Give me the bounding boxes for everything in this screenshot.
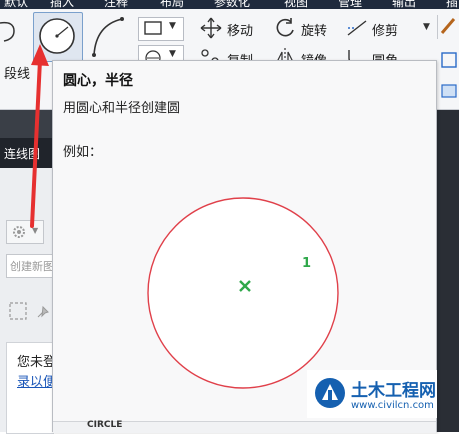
move-icon[interactable] bbox=[200, 17, 222, 39]
point-1-label: 1 bbox=[302, 256, 311, 271]
watermark-logo-icon bbox=[315, 378, 345, 408]
menu-item-more[interactable]: 插 bbox=[446, 0, 458, 9]
create-new-label: 创建新图 bbox=[10, 260, 54, 273]
menu-item-manage[interactable]: 管理 bbox=[338, 0, 362, 9]
arc-icon[interactable] bbox=[88, 15, 128, 59]
select-region-icon[interactable] bbox=[8, 301, 28, 321]
notice-line-1: 您未登 bbox=[17, 355, 57, 370]
menu-bar: 默认 插入 注释 布局 参数化 视图 管理 输出 插 bbox=[0, 0, 459, 9]
menu-item-default[interactable]: 默认 bbox=[4, 0, 28, 9]
rotate-label[interactable]: 旋转 bbox=[301, 20, 327, 39]
rectangle-button[interactable]: ▼ bbox=[138, 17, 184, 41]
menu-item-view[interactable]: 视图 bbox=[284, 0, 308, 9]
drawing-area-edge bbox=[437, 110, 459, 432]
example-circle bbox=[147, 197, 339, 389]
layer-icon[interactable] bbox=[440, 51, 458, 69]
annotation-arrow-icon bbox=[30, 44, 49, 228]
sign-in-notice: 您未登 录以便 bbox=[6, 342, 57, 434]
trim-icon[interactable] bbox=[346, 19, 368, 37]
menu-item-annotate[interactable]: 注释 bbox=[104, 0, 128, 9]
menu-item-layout[interactable]: 布局 bbox=[160, 0, 184, 9]
tooltip-footer: CIRCLE bbox=[53, 420, 436, 433]
watermark: 土木工程网 www.civilcn.com bbox=[307, 370, 437, 418]
chevron-down-icon[interactable]: ▼ bbox=[423, 22, 430, 32]
layer-state-icon[interactable] bbox=[440, 81, 458, 99]
sign-in-link[interactable]: 录以便 bbox=[17, 371, 56, 390]
chevron-down-icon: ▼ bbox=[169, 49, 176, 59]
rectangle-icon bbox=[144, 21, 162, 35]
pencil-icon bbox=[440, 18, 456, 34]
tooltip-title: 圆心，半径 bbox=[63, 73, 133, 89]
annotation-tool-button[interactable] bbox=[437, 15, 459, 39]
menu-item-output[interactable]: 输出 bbox=[392, 0, 416, 9]
tooltip-description: 用圆心和半径创建圆 bbox=[63, 101, 181, 116]
move-label[interactable]: 移动 bbox=[227, 20, 253, 39]
pin-icon[interactable] bbox=[34, 303, 52, 321]
create-new-field[interactable]: 创建新图 bbox=[6, 254, 54, 278]
watermark-url: www.civilcn.com bbox=[351, 400, 434, 411]
tooltip-example-label: 例如： bbox=[63, 145, 103, 160]
menu-item-insert[interactable]: 插入 bbox=[50, 0, 74, 9]
rotate-icon[interactable] bbox=[274, 17, 296, 39]
chevron-down-icon: ▼ bbox=[169, 21, 176, 31]
menu-item-parametric[interactable]: 参数化 bbox=[214, 0, 250, 9]
tooltip-command-name: CIRCLE bbox=[87, 420, 123, 430]
trim-label[interactable]: 修剪 bbox=[372, 20, 398, 39]
watermark-brand: 土木工程网 bbox=[351, 381, 436, 401]
